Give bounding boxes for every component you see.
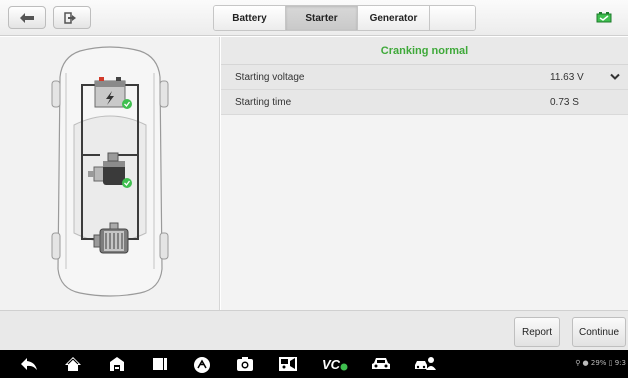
results-panel: Cranking normal Starting voltage 11.63 V… (221, 37, 628, 310)
data-row-label: Starting time (235, 96, 292, 108)
battery-check-icon (596, 12, 612, 23)
car-diagram-panel (0, 37, 220, 310)
system-navigation-bar: VC ⚲ ● 29% ▯ 9:3 (0, 350, 628, 378)
battery-icon (94, 77, 126, 108)
tab-starter[interactable]: Starter (286, 6, 358, 30)
browser-icon[interactable] (193, 356, 211, 374)
action-bar: Report Continue (0, 310, 628, 350)
report-button[interactable]: Report (514, 317, 560, 347)
continue-button[interactable]: Continue (572, 317, 626, 347)
tab-generator[interactable]: Generator (358, 6, 430, 30)
car-icon[interactable] (371, 356, 391, 372)
exit-button[interactable] (53, 6, 91, 29)
test-tabs: Battery Starter Generator (213, 5, 476, 31)
battery-check-icon (122, 99, 132, 109)
exit-icon (64, 11, 76, 24)
status-message: Cranking normal (221, 37, 628, 65)
home-icon[interactable] (64, 356, 82, 372)
tab-spacer (430, 6, 475, 30)
data-row-value: 11.63 V (550, 71, 584, 83)
top-toolbar: Battery Starter Generator (0, 0, 628, 36)
screen: Battery Starter Generator Cranking norma… (0, 0, 628, 378)
chevron-down-icon[interactable] (610, 73, 620, 81)
recent-apps-icon[interactable] (152, 356, 168, 372)
tab-battery[interactable]: Battery (214, 6, 286, 30)
data-row-starting-voltage[interactable]: Starting voltage 11.63 V (221, 65, 628, 90)
starter-check-icon (122, 178, 132, 188)
data-row-value: 0.73 S (550, 96, 579, 108)
shop-icon[interactable] (108, 356, 126, 372)
back-button[interactable] (8, 6, 46, 29)
vci-icon[interactable]: VC (322, 356, 348, 372)
data-row-starting-time: Starting time 0.73 S (221, 90, 628, 115)
back-arrow-icon (20, 12, 34, 23)
svg-text:VC: VC (322, 357, 341, 372)
car-circuit-diagram (51, 46, 169, 297)
camera-icon[interactable] (236, 356, 254, 372)
data-row-label: Starting voltage (235, 71, 305, 83)
system-status-text: ⚲ ● 29% ▯ 9:3 (575, 359, 626, 367)
screen-record-icon[interactable] (278, 356, 298, 372)
remote-expert-icon[interactable] (414, 356, 436, 372)
back-icon[interactable] (20, 356, 38, 372)
